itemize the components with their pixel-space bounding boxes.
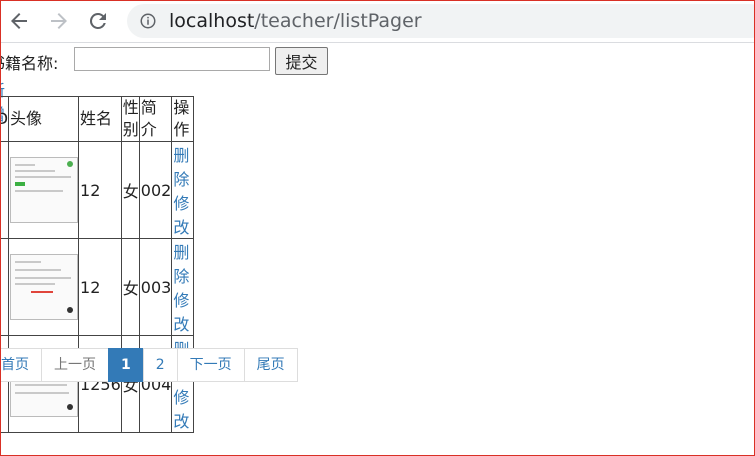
cell-intro: 002 [138, 141, 173, 239]
page-link-1[interactable]: 1 [108, 348, 144, 382]
forward-arrow-icon[interactable] [47, 9, 71, 33]
reload-icon[interactable] [86, 9, 110, 33]
header-ops: 操作 [171, 96, 195, 142]
cell-avatar [8, 238, 80, 336]
cell-gender: 女 [120, 141, 140, 239]
submit-button[interactable]: 提交 [275, 47, 328, 75]
back-arrow-icon[interactable] [7, 9, 31, 33]
next-page-link[interactable]: 下一页 [176, 348, 245, 382]
cell-ops: 删除修改 [171, 141, 195, 239]
url-path: /teacher/listPager [254, 10, 422, 32]
cell-name: 12 [78, 141, 122, 239]
info-icon[interactable] [139, 12, 157, 34]
header-id: ID [0, 96, 10, 142]
toolbar-divider [0, 42, 755, 43]
avatar-thumbnail [10, 157, 79, 223]
table-row: 12 女 002 删除修改 [0, 141, 195, 239]
avatar-thumbnail [10, 254, 79, 320]
cell-gender: 女 [120, 238, 140, 336]
search-label: 书籍名称: [0, 54, 59, 73]
cell-ops: 删除修改 [171, 238, 195, 336]
pagination: 首页 上一页 1 2 下一页 尾页 [0, 348, 298, 382]
header-avatar: 头像 [8, 96, 80, 142]
cell-id [0, 238, 10, 336]
table-row: 12 女 003 删除修改 [0, 238, 195, 336]
teacher-table: ID 头像 姓名 性别 简介 操作 [0, 96, 195, 433]
browser-toolbar: localhost/teacher/listPager [0, 0, 755, 42]
book-name-input[interactable] [74, 47, 270, 71]
header-name: 姓名 [78, 96, 122, 142]
cell-name: 12 [78, 238, 122, 336]
table-header-row: ID 头像 姓名 性别 简介 操作 [0, 96, 195, 142]
cell-avatar [8, 141, 80, 239]
edit-link[interactable]: 修改 [173, 291, 189, 334]
edit-link[interactable]: 修改 [173, 388, 189, 431]
delete-link[interactable]: 删除 [173, 146, 189, 189]
last-page-link[interactable]: 尾页 [243, 348, 298, 382]
url-host: localhost [169, 10, 255, 32]
edit-link[interactable]: 修改 [173, 194, 189, 237]
delete-link[interactable]: 删除 [173, 243, 189, 286]
first-page-link[interactable]: 首页 [0, 348, 42, 382]
header-gender: 性别 [120, 96, 140, 142]
cell-id [0, 141, 10, 239]
prev-page-link[interactable]: 上一页 [41, 348, 109, 382]
url-text: localhost/teacher/listPager [169, 9, 422, 33]
page-link-2[interactable]: 2 [142, 348, 178, 382]
address-bar[interactable]: localhost/teacher/listPager [127, 4, 755, 38]
cell-intro: 003 [138, 238, 173, 336]
header-intro: 简介 [138, 96, 173, 142]
